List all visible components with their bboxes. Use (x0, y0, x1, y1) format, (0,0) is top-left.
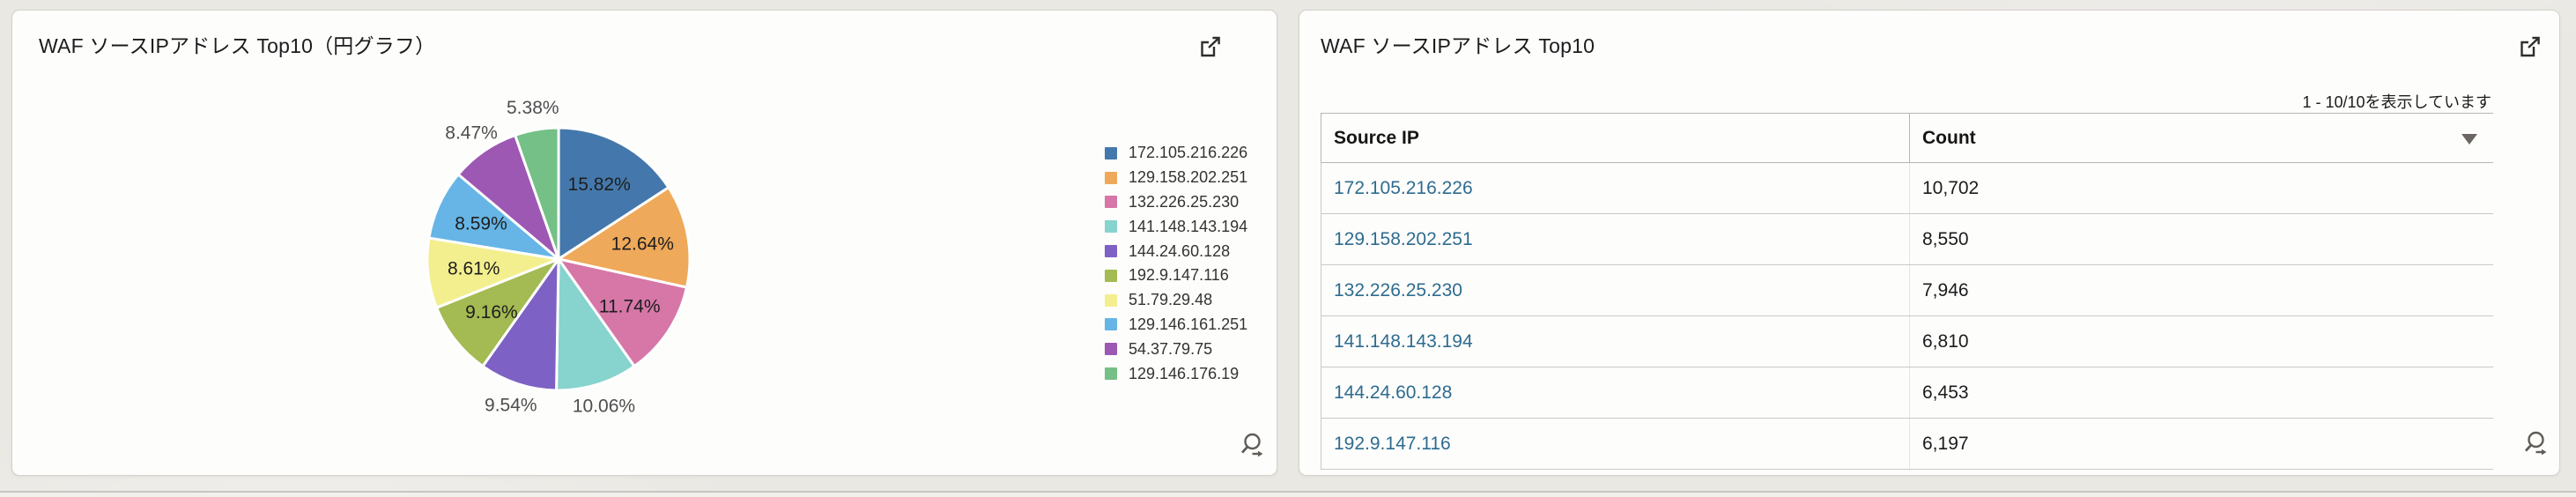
legend-item[interactable]: 129.158.202.251 (1105, 166, 1247, 190)
legend-label: 141.148.143.194 (1129, 218, 1247, 236)
source-ip-cell: 172.105.216.226 (1321, 163, 1910, 214)
table-row: 144.24.60.128 6,453 (1321, 367, 2494, 419)
count-cell: 10,702 (1910, 163, 2494, 214)
legend-item[interactable]: 172.105.216.226 (1105, 141, 1247, 166)
legend-item[interactable]: 141.148.143.194 (1105, 214, 1247, 239)
table-row: 129.158.202.251 8,550 (1321, 214, 2494, 265)
pie-percent-label: 8.61% (448, 259, 500, 279)
legend-item[interactable]: 129.146.176.19 (1105, 361, 1247, 386)
pagination-status: 1 - 10/10を表示しています (2302, 90, 2491, 113)
pie-percent-label: 9.16% (465, 302, 518, 323)
source-ip-cell: 141.148.143.194 (1321, 316, 1910, 367)
legend-label: 129.146.161.251 (1129, 315, 1247, 334)
open-in-new-window-icon[interactable] (2520, 36, 2542, 58)
legend-label: 144.24.60.128 (1129, 242, 1230, 261)
search-drilldown-icon[interactable] (2522, 430, 2550, 457)
source-ip-link[interactable]: 129.158.202.251 (1334, 229, 1473, 249)
count-cell: 8,550 (1910, 214, 2494, 265)
column-header-source-ip[interactable]: Source IP (1321, 114, 1910, 163)
pie-percent-label: 8.47% (445, 122, 498, 143)
source-ip-cell: 132.226.25.230 (1321, 265, 1910, 316)
legend-label: 54.37.79.75 (1129, 340, 1212, 359)
pie-chart: 15.82% 12.64% 11.74% 10.06% 9.54% 9.16% 8.61% 8… (12, 11, 1277, 475)
table-row: 141.148.143.194 6,810 (1321, 316, 2494, 367)
chart-legend: 172.105.216.226 129.158.202.251 132.226.25… (1105, 141, 1247, 386)
legend-swatch-icon (1105, 220, 1117, 233)
pie-percent-label: 8.59% (455, 214, 507, 234)
legend-label: 129.146.176.19 (1129, 365, 1239, 383)
count-cell: 6,810 (1910, 316, 2494, 367)
legend-item[interactable]: 129.146.161.251 (1105, 313, 1247, 338)
legend-swatch-icon (1105, 318, 1117, 330)
pie-percent-label: 5.38% (507, 98, 559, 118)
legend-label: 172.105.216.226 (1129, 144, 1247, 162)
search-drilldown-icon[interactable] (1239, 432, 1266, 459)
dashboard: WAF ソースIPアドレス Top10（円グラフ） 15.82%12.64%11… (0, 0, 2576, 495)
legend-label: 51.79.29.48 (1129, 291, 1212, 309)
legend-swatch-icon (1105, 294, 1117, 307)
table-row: 132.226.25.230 7,946 (1321, 265, 2494, 316)
source-ip-cell: 192.9.147.116 (1321, 419, 1910, 470)
source-ip-link[interactable]: 172.105.216.226 (1334, 178, 1473, 198)
source-ip-link[interactable]: 141.148.143.194 (1334, 331, 1473, 352)
pie-percent-label: 10.06% (573, 397, 635, 417)
table-row: 172.105.216.226 10,702 (1321, 163, 2494, 214)
legend-swatch-icon (1105, 147, 1117, 159)
legend-item[interactable]: 144.24.60.128 (1105, 239, 1247, 263)
column-header-count[interactable]: Count (1910, 114, 2494, 163)
pie-percent-label: 12.64% (611, 234, 674, 255)
legend-label: 192.9.147.116 (1129, 266, 1229, 285)
legend-label: 129.158.202.251 (1129, 168, 1247, 187)
count-cell: 6,197 (1910, 419, 2494, 470)
count-cell: 6,453 (1910, 367, 2494, 419)
source-ip-table: Source IP Count 172.105.216.22610,702129… (1321, 113, 2493, 470)
source-ip-link[interactable]: 144.24.60.128 (1334, 382, 1452, 403)
legend-item[interactable]: 54.37.79.75 (1105, 337, 1247, 361)
widget-source-ip-table: WAF ソースIPアドレス Top10 1 - 10/10を表示しています So… (1299, 10, 2560, 476)
legend-swatch-icon (1105, 172, 1117, 184)
legend-swatch-icon (1105, 270, 1117, 282)
pie-percent-label: 15.82% (568, 174, 631, 195)
legend-item[interactable]: 51.79.29.48 (1105, 288, 1247, 313)
source-ip-link[interactable]: 192.9.147.116 (1334, 434, 1451, 454)
table-row: 192.9.147.116 6,197 (1321, 419, 2494, 470)
source-ip-link[interactable]: 132.226.25.230 (1334, 280, 1462, 300)
page-title: WAF ソースIPアドレス Top10 (1321, 34, 1595, 58)
pie-percent-label: 11.74% (599, 297, 661, 317)
legend-swatch-icon (1105, 367, 1117, 380)
source-ip-cell: 129.158.202.251 (1321, 214, 1910, 265)
legend-swatch-icon (1105, 196, 1117, 208)
legend-item[interactable]: 132.226.25.230 (1105, 190, 1247, 215)
widget-pie-chart: WAF ソースIPアドレス Top10（円グラフ） 15.82%12.64%11… (11, 10, 1277, 476)
legend-label: 132.226.25.230 (1129, 193, 1239, 211)
table-container: Source IP Count 172.105.216.22610,702129… (1321, 113, 2493, 471)
pie-percent-label: 9.54% (485, 396, 537, 416)
table-header-row: Source IP Count (1321, 114, 2494, 163)
legend-swatch-icon (1105, 343, 1117, 355)
legend-swatch-icon (1105, 245, 1117, 257)
next-row-widget-edge (0, 491, 2576, 497)
legend-item[interactable]: 192.9.147.116 (1105, 263, 1247, 288)
sort-descending-icon[interactable] (2461, 134, 2477, 145)
count-cell: 7,946 (1910, 265, 2494, 316)
source-ip-cell: 144.24.60.128 (1321, 367, 1910, 419)
